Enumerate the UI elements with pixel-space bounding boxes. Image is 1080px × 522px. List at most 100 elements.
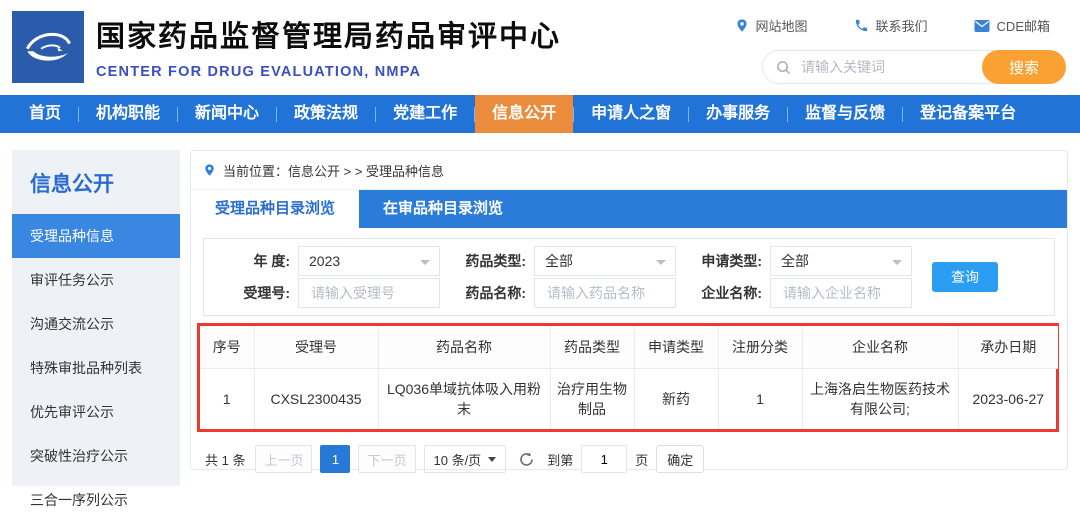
cell-apply-type: 新药 (634, 368, 719, 429)
chevron-down-icon (892, 260, 902, 265)
sidebar-title: 信息公开 (30, 173, 114, 196)
nav-item-party[interactable]: 党建工作 (376, 95, 474, 133)
col-header-drug-name: 药品名称 (378, 326, 551, 369)
next-page-button[interactable]: 下一页 (358, 445, 416, 473)
col-header-seq: 序号 (200, 326, 255, 369)
cell-seq: 1 (200, 368, 255, 429)
table-header-row: 序号 受理号 药品名称 药品类型 申请类型 注册分类 企业名称 承办日期 (200, 326, 1058, 369)
drug-type-select[interactable]: 全部 (534, 246, 676, 276)
mailbox-link[interactable]: CDE邮箱 (974, 16, 1050, 35)
chevron-down-icon (656, 260, 666, 265)
apply-type-select-value: 全部 (781, 253, 809, 269)
results-table: 序号 受理号 药品名称 药品类型 申请类型 注册分类 企业名称 承办日期 1 C… (200, 326, 1058, 429)
mailbox-link-label: CDE邮箱 (996, 19, 1050, 34)
sidebar: 信息公开 受理品种信息 审评任务公示 沟通交流公示 特殊审批品种列表 优先审评公… (12, 150, 180, 508)
nav-item-news[interactable]: 新闻中心 (178, 95, 276, 133)
page-size-select[interactable]: 10 条/页 (423, 445, 507, 473)
cell-reg-class: 1 (718, 368, 803, 429)
goto-prefix-label: 到第 (547, 452, 574, 468)
filter-company-name-group: 企业名称: (690, 278, 912, 308)
site-header: 国家药品监督管理局药品审评中心 CENTER FOR DRUG EVALUATI… (0, 0, 1080, 95)
sidebar-item-breakthrough-therapy[interactable]: 突破性治疗公示 (12, 434, 180, 478)
filter-year-group: 年 度: 2023 (218, 246, 440, 276)
goto-page-input[interactable] (581, 445, 628, 473)
drug-name-input[interactable] (545, 284, 665, 302)
cell-date: 2023-06-27 (972, 390, 1045, 407)
sidebar-item-review-tasks[interactable]: 审评任务公示 (12, 258, 180, 302)
nav-item-supervision[interactable]: 监督与反馈 (788, 95, 902, 133)
col-header-date: 承办日期 (958, 326, 1058, 369)
filter-drug-type-group: 药品类型: 全部 (454, 246, 676, 276)
tab-accepted-catalog[interactable]: 受理品种目录浏览 (191, 190, 360, 228)
sidebar-item-priority-review[interactable]: 优先审评公示 (12, 390, 180, 434)
site-title-en: CENTER FOR DRUG EVALUATION, NMPA (96, 64, 422, 80)
company-name-label: 企业名称: (701, 285, 762, 301)
drug-name-label: 药品名称: (465, 285, 526, 301)
filter-apply-type-group: 申请类型: 全部 (690, 246, 912, 276)
location-pin-icon (205, 164, 214, 176)
col-header-reg-class: 注册分类 (718, 326, 803, 369)
sidebar-item-accepted-varieties[interactable]: 受理品种信息 (12, 214, 180, 258)
cell-drug-type: 治疗用生物制品 (550, 368, 635, 429)
filter-panel: 年 度: 2023 药品类型: 全部 申请类型: 全部 受理号: 请输入受理号 … (203, 238, 1055, 316)
cell-company: 上海洛启生物医药技术有限公司; (802, 368, 959, 429)
drug-type-label: 药品类型: (465, 253, 526, 269)
nav-item-registration-platform[interactable]: 登记备案平台 (903, 95, 1033, 133)
highlight-annotation: 序号 受理号 药品名称 药品类型 申请类型 注册分类 企业名称 承办日期 1 C… (197, 323, 1059, 432)
search-icon (776, 60, 791, 75)
page-number-button[interactable]: 1 (320, 445, 351, 473)
acceptance-no-label: 受理号: (243, 285, 290, 301)
tab-strip: 受理品种目录浏览 在审品种目录浏览 (191, 190, 1067, 228)
filter-acceptance-no-group: 受理号: (218, 278, 440, 308)
sitemap-link[interactable]: 网站地图 (735, 16, 808, 35)
sitemap-link-label: 网站地图 (755, 19, 808, 34)
col-header-acceptance-no: 受理号 (254, 326, 379, 369)
prev-page-button[interactable]: 上一页 (255, 445, 313, 473)
breadcrumb-text: 当前位置：信息公开 > > 受理品种信息 (223, 163, 445, 179)
chevron-down-icon (420, 260, 430, 265)
nav-item-info-disclosure[interactable]: 信息公开 (475, 95, 574, 133)
page-size-value: 10 条/页 (433, 452, 482, 468)
goto-suffix-label: 页 (635, 452, 649, 468)
sidebar-item-communication[interactable]: 沟通交流公示 (12, 302, 180, 346)
site-search: 搜索 (762, 50, 1066, 84)
acceptance-no-input[interactable] (309, 284, 429, 302)
drug-type-select-value: 全部 (545, 253, 573, 269)
nav-item-applicant-window[interactable]: 申请人之窗 (574, 95, 688, 133)
nav-item-functions[interactable]: 机构职能 (79, 95, 177, 133)
company-name-field (770, 278, 912, 308)
year-label: 年 度: (253, 253, 290, 269)
sidebar-item-three-in-one[interactable]: 三合一序列公示 (12, 478, 180, 522)
year-select-value: 2023 (309, 253, 341, 269)
drug-name-field (534, 278, 676, 308)
main-nav: 首页 机构职能 新闻中心 政策法规 党建工作 信息公开 申请人之窗 办事服务 监… (0, 95, 1080, 133)
confirm-button[interactable]: 确定 (656, 445, 705, 473)
col-header-drug-type: 药品类型 (550, 326, 635, 369)
site-title-cn: 国家药品监督管理局药品审评中心 (96, 21, 562, 53)
year-select[interactable]: 2023 (298, 246, 440, 276)
tab-under-review-catalog[interactable]: 在审品种目录浏览 (359, 190, 527, 228)
acceptance-no-field (298, 278, 440, 308)
query-button[interactable]: 查询 (932, 262, 998, 292)
main-content: 当前位置：信息公开 > > 受理品种信息 受理品种目录浏览 在审品种目录浏览 年… (190, 150, 1068, 473)
cell-drug-name: LQ036单域抗体吸入用粉末 (378, 368, 551, 429)
phone-icon (855, 19, 867, 32)
nav-item-home[interactable]: 首页 (12, 95, 78, 133)
breadcrumb: 当前位置：信息公开 > > 受理品种信息 (191, 151, 1067, 190)
header-quick-links: 网站地图 联系我们 CDE邮箱 (735, 16, 1050, 35)
apply-type-select[interactable]: 全部 (770, 246, 912, 276)
cell-acceptance-no: CXSL2300435 (254, 368, 379, 429)
nav-item-services[interactable]: 办事服务 (689, 95, 787, 133)
nav-item-policy[interactable]: 政策法规 (277, 95, 375, 133)
filter-drug-name-group: 药品名称: (454, 278, 676, 308)
sidebar-item-special-approval[interactable]: 特殊审批品种列表 (12, 346, 180, 390)
chevron-down-icon (488, 456, 497, 462)
total-count: 共 1 条 (205, 452, 246, 468)
search-button[interactable]: 搜索 (982, 50, 1066, 84)
company-name-input[interactable] (781, 284, 901, 302)
cde-logo (12, 11, 84, 83)
pagination: 共 1 条 上一页 1 下一页 10 条/页 到第 页 确定 (205, 445, 1067, 473)
refresh-icon[interactable] (518, 451, 535, 468)
contact-link[interactable]: 联系我们 (854, 16, 928, 35)
apply-type-label: 申请类型: (701, 253, 762, 269)
